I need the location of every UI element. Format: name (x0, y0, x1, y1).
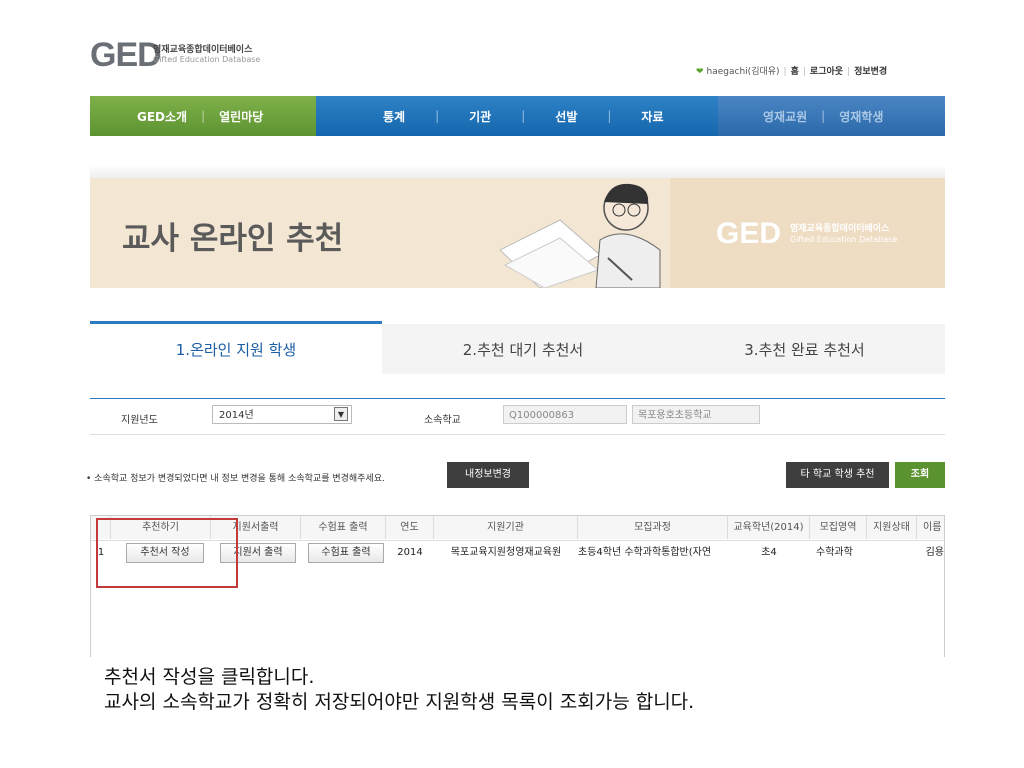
nav-item-open-square[interactable]: 열린마당 (219, 108, 263, 125)
school-change-notice: • 소속학교 정보가 변경되었다면 내 정보 변경을 통해 소속학교를 변경해주… (86, 474, 385, 484)
teacher-illustration (500, 183, 661, 288)
heart-icon: ❤ (696, 67, 704, 77)
table-header-area: 모집영역 (810, 516, 867, 539)
nav-item-resources[interactable]: 자료 (641, 108, 663, 125)
nav-blue2-group: 영재교원 | 영재학생 (718, 96, 945, 136)
cell-institution: 목포교육지원청영재교육원 (450, 547, 562, 558)
logo-subtitle-ko: 영재교육종합데이터베이스 (153, 45, 253, 55)
banner-ged-logo: GED (716, 217, 782, 250)
tab-pending-recommendations[interactable]: 2.추천 대기 추천서 (382, 324, 664, 374)
banner-shadow (90, 165, 945, 178)
exam-ticket-print-button[interactable]: 수험표 출력 (308, 543, 384, 563)
nav-item-selection[interactable]: 선발 (555, 108, 577, 125)
cell-course: 초등4학년 수학과학통합반(자연 (578, 547, 712, 558)
year-select[interactable]: 2014년 (212, 405, 352, 424)
nav-item-gifted-teacher[interactable]: 영재교원 (763, 108, 807, 125)
nav-green-group: GED소개 | 열린마당 (90, 96, 316, 136)
nav-item-ged-intro[interactable]: GED소개 (137, 108, 187, 125)
banner-logo-subtitle-en: Gifted Education Database (790, 235, 898, 244)
profile-edit-link[interactable]: 정보변경 (854, 67, 887, 77)
year-label: 지원년도 (121, 415, 158, 426)
table-header-status: 지원상태 (867, 516, 917, 539)
table-header-ticket-print: 수험표 출력 (301, 516, 386, 539)
table-header-course: 모집과정 (578, 516, 728, 539)
highlight-box (96, 518, 238, 588)
school-name-field[interactable]: 목포용호초등학교 (632, 405, 760, 424)
table-header-year: 연도 (386, 516, 434, 539)
other-school-recommend-button[interactable]: 타 학교 학생 추천 (786, 462, 889, 488)
instruction-line-1: 추천서 작성을 클릭합니다. (104, 666, 315, 688)
utility-links: ❤ haegachi(김대유) | 홈 | 로그아웃 | 정보변경 (696, 67, 888, 77)
instruction-line-2: 교사의 소속학교가 정확히 저장되어야만 지원학생 목록이 조회가능 합니다. (104, 691, 695, 713)
user-name: haegachi(김대유) (706, 67, 780, 77)
chevron-down-icon[interactable]: ▼ (334, 407, 348, 421)
cell-status (867, 541, 917, 565)
logout-link[interactable]: 로그아웃 (810, 67, 843, 77)
search-button[interactable]: 조회 (895, 462, 945, 488)
home-link[interactable]: 홈 (791, 67, 799, 77)
cell-year: 2014 (397, 547, 423, 558)
school-code-field[interactable]: Q100000863 (503, 405, 627, 424)
table-header-name: 이름 (917, 516, 944, 539)
cell-area: 수학과학 (816, 547, 853, 558)
nav-blue-group: 통계 | 기관 | 선발 | 자료 (316, 96, 718, 136)
my-info-change-button[interactable]: 내정보변경 (447, 462, 529, 488)
logo-subtitle-en: Gifted Education Database (153, 55, 261, 64)
nav-item-stats[interactable]: 통계 (383, 108, 405, 125)
nav-item-gifted-student[interactable]: 영재학생 (839, 108, 883, 125)
page-title: 교사 온라인 추천 (122, 221, 344, 257)
school-label: 소속학교 (424, 415, 461, 426)
tab-completed-recommendations[interactable]: 3.추천 완료 추천서 (664, 324, 945, 374)
cell-grade: 초4 (761, 547, 777, 558)
table-header-grade: 교육학년(2014) (728, 516, 810, 539)
cell-name: 김용 (925, 547, 944, 558)
ged-logo[interactable]: GED (90, 36, 162, 75)
table-header-institution: 지원기관 (434, 516, 578, 539)
tab-online-applicants[interactable]: 1.온라인 지원 학생 (90, 321, 382, 374)
nav-item-institution[interactable]: 기관 (469, 108, 491, 125)
banner-logo-subtitle-ko: 영재교육종합데이터베이스 (790, 224, 890, 234)
